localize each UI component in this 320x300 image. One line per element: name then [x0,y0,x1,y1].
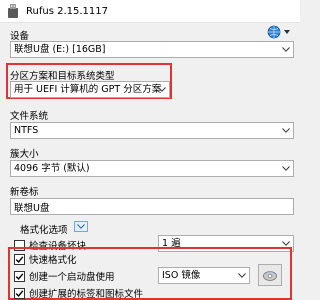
filesystem-label: 文件系统 [10,111,49,122]
volume-label-caption: 新卷标 [10,187,39,198]
device-select[interactable]: 联想U盘 (E:) [16GB] [10,41,294,58]
quick-format-label: 快速格式化 [29,255,77,266]
globe-icon[interactable] [266,25,292,39]
checkmark-icon [15,290,24,298]
cluster-size-select[interactable]: 4096 字节 (默认) [10,160,294,177]
chevron-down-icon [77,224,85,229]
chevron-down-icon [279,42,293,57]
chevron-down-icon [235,268,249,283]
quick-format-checkbox[interactable] [14,254,25,265]
partition-select-value: 用于 UEFI 计算机的 GPT 分区方案 [14,84,162,95]
chevron-down-icon [279,161,293,176]
window-title: Rufus 2.15.1117 [26,5,108,17]
extended-label-label: 创建扩展的标签和图标文件 [29,289,144,300]
format-options-label: 格式化选项 [20,225,68,236]
checkmark-icon [15,256,24,264]
filesystem-select[interactable]: NTFS [10,122,294,139]
volume-label-input[interactable] [11,200,284,214]
bootable-checkbox[interactable] [14,271,25,282]
checkmark-icon [15,273,24,281]
cluster-size-select-value: 4096 字节 (默认) [14,163,90,174]
bootable-label: 创建一个启动盘使用 [29,272,115,283]
image-type-select[interactable]: ISO 镜像 [158,267,250,284]
title-bar: Rufus 2.15.1117 [0,0,300,23]
extended-label-checkbox[interactable] [14,288,25,299]
device-label: 设备 [10,31,30,42]
usb-drive-icon [6,4,20,18]
image-type-value: ISO 镜像 [162,270,201,281]
chevron-down-icon [155,82,169,97]
cluster-size-label: 簇大小 [10,149,39,160]
volume-label-field[interactable] [10,198,294,215]
expand-options-button[interactable] [74,221,88,232]
device-select-value: 联想U盘 (E:) [16GB] [14,44,106,55]
partition-select[interactable]: 用于 UEFI 计算机的 GPT 分区方案 [10,81,170,98]
optical-disc-icon [263,271,277,281]
chevron-down-icon [279,123,293,138]
partition-label: 分区方案和目标系统类型 [10,71,115,82]
filesystem-select-value: NTFS [14,125,39,136]
select-image-button[interactable] [258,264,282,286]
